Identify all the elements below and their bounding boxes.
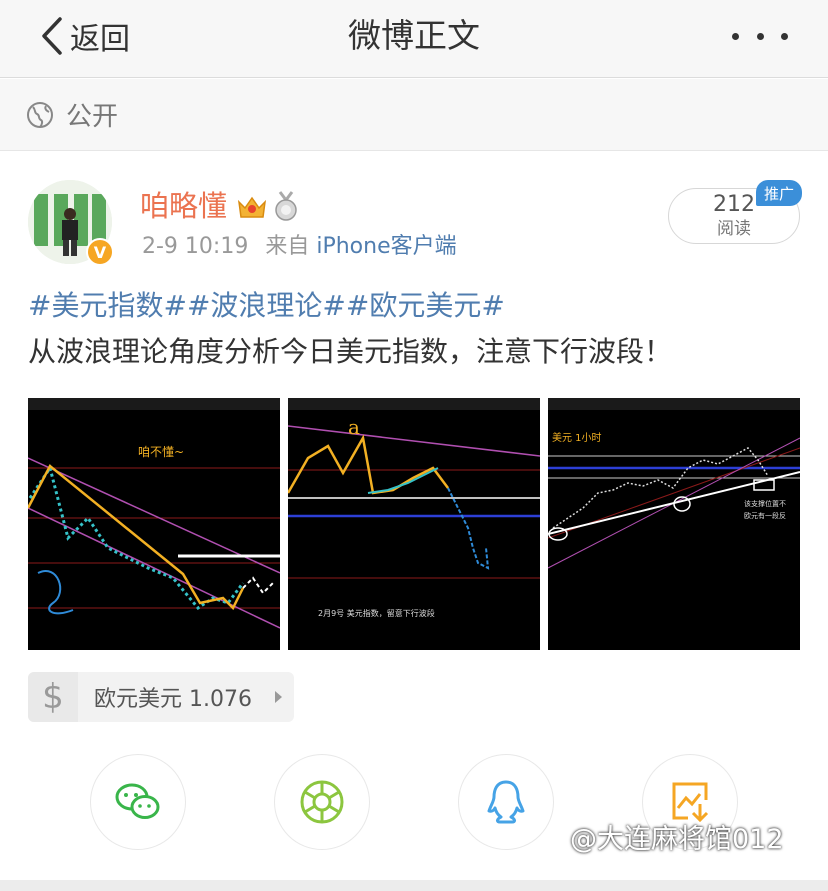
stock-card[interactable]: $ 欧元美元 1.076 [28, 672, 294, 722]
wechat-icon [115, 783, 160, 819]
visibility-row: 公开 [0, 79, 828, 151]
hashtag-list: #美元指数##波浪理论##欧元美元# [28, 286, 505, 326]
moments-icon [300, 780, 344, 824]
image-grid: 咱不懂~ a 2月9号 美元指数，留意下行波段 美元 1小时 该支撑位置不 欧元… [28, 398, 800, 650]
more-options-icon[interactable] [732, 24, 788, 48]
share-qq-button[interactable] [458, 754, 554, 850]
post-text: 从波浪理论角度分析今日美元指数，注意下行波段！ [28, 335, 673, 368]
promote-button[interactable]: 推广 [756, 180, 802, 206]
share-moments-button[interactable] [274, 754, 370, 850]
read-label: 阅读 [717, 219, 751, 239]
post-card: V 咱略懂 2-9 10:19 来自 iPhone客户端 212 阅读 推广 #… [0, 152, 828, 880]
author-name[interactable]: 咱略懂 [140, 188, 227, 224]
hashtag-link[interactable]: #波浪理论# [187, 289, 346, 322]
image-3-note-2: 欧元有一段反 [744, 511, 786, 520]
image-3-note-1: 该支撑位置不 [744, 499, 786, 508]
post-source[interactable]: iPhone客户端 [316, 234, 456, 259]
verified-badge: V [86, 238, 114, 266]
bottom-divider [0, 880, 828, 891]
chevron-right-icon [275, 691, 282, 703]
back-chevron-icon [42, 17, 62, 55]
watermark: @大连麻将馆012 [570, 824, 784, 855]
medal-badge-icon [275, 191, 297, 221]
post-image-3[interactable]: 美元 1小时 该支撑位置不 欧元有一段反 [548, 398, 800, 650]
image-3-annotation: 美元 1小时 [552, 431, 602, 444]
crown-badge-icon [237, 196, 267, 218]
stock-label: 欧元美元 1.076 [94, 687, 252, 712]
image-2-annotation: 2月9号 美元指数，留意下行波段 [318, 608, 435, 618]
hashtag-link[interactable]: #美元指数# [28, 289, 187, 322]
post-date: 2-9 10:19 [142, 234, 249, 259]
back-label: 返回 [70, 22, 130, 57]
hashtag-link[interactable]: #欧元美元# [346, 289, 505, 322]
image-1-annotation: 咱不懂~ [138, 445, 184, 459]
navigation-bar: 返回 微博正文 [0, 0, 828, 78]
svg-text:a: a [348, 415, 360, 439]
post-image-1[interactable]: 咱不懂~ [28, 398, 280, 650]
save-image-icon [672, 782, 709, 823]
source-prefix: 来自 [265, 234, 310, 259]
dollar-icon: $ [28, 672, 78, 722]
post-image-2[interactable]: a 2月9号 美元指数，留意下行波段 [288, 398, 540, 650]
visibility-label: 公开 [66, 102, 119, 132]
back-button[interactable]: 返回 [40, 14, 130, 58]
share-wechat-button[interactable] [90, 754, 186, 850]
globe-icon [27, 101, 53, 128]
post-meta: 2-9 10:19 来自 iPhone客户端 [142, 232, 457, 262]
qq-icon [487, 780, 525, 824]
